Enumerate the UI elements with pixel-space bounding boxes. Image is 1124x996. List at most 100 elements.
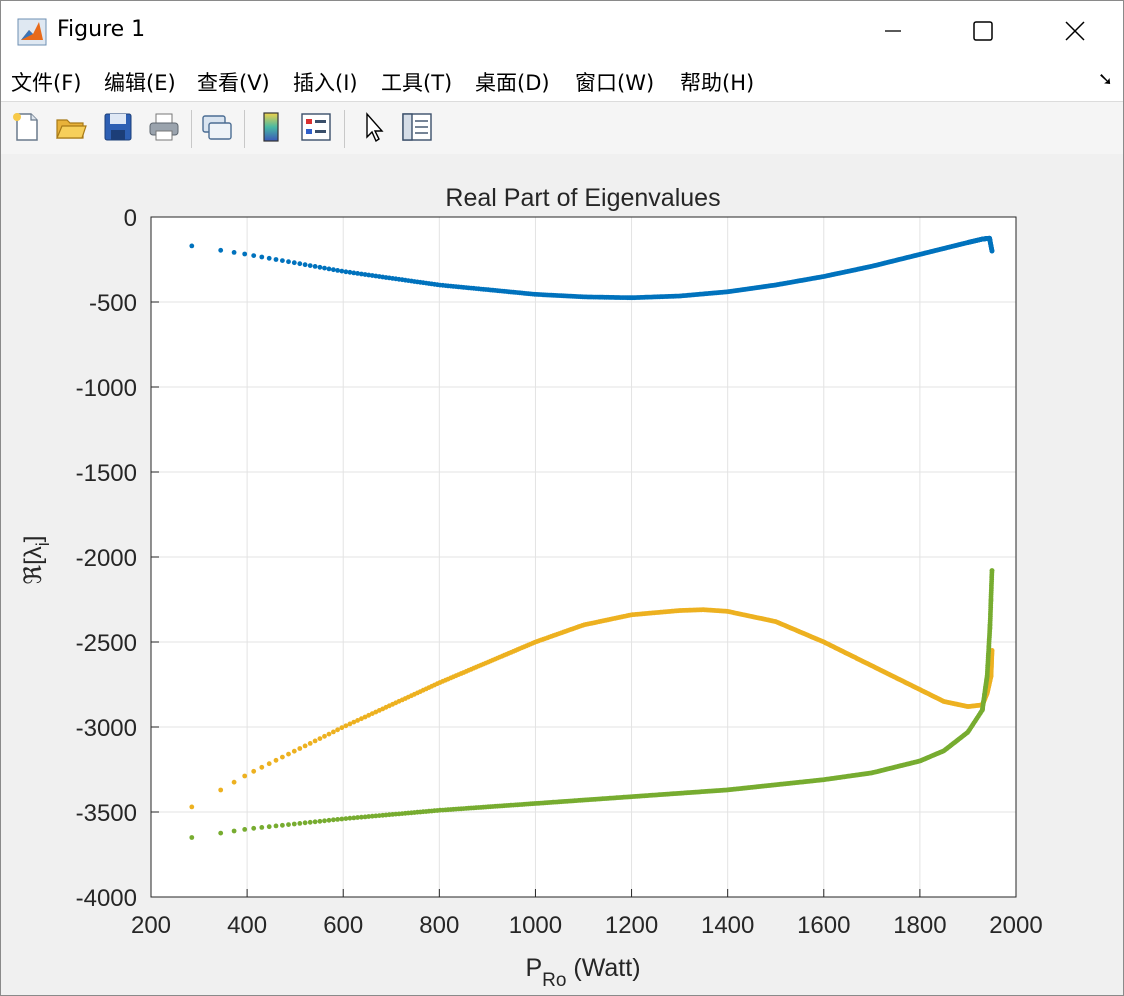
menu-insert[interactable]: 插入(I) (293, 67, 358, 97)
series-3-point (291, 821, 297, 827)
x-tick-label: 1400 (701, 912, 754, 939)
series-1-point (331, 267, 336, 273)
series-2-point (251, 768, 257, 774)
series-2-point (231, 779, 237, 785)
series-3-point (259, 825, 265, 830)
series-3-point (231, 828, 237, 834)
series-3-point (218, 830, 224, 836)
toolbar-separator (344, 110, 345, 148)
menu-help[interactable]: 帮助(H) (680, 67, 754, 97)
series-3-point (331, 817, 336, 823)
series-3-point (307, 819, 313, 825)
series-2-point (189, 804, 195, 810)
series-1-point (189, 243, 195, 249)
series-2-point (242, 773, 248, 779)
save-icon[interactable] (101, 110, 135, 144)
y-tick-label: -500 (89, 290, 137, 317)
series-1-point (989, 248, 995, 254)
series-3-point (266, 824, 272, 830)
colorbar-icon[interactable] (255, 110, 289, 144)
y-tick-label: 0 (124, 205, 137, 232)
property-inspector-icon[interactable] (400, 110, 434, 144)
toolbar-separator (244, 110, 245, 148)
menu-tools[interactable]: 工具(T) (381, 67, 452, 97)
series-2-point (326, 731, 332, 737)
menu-edit[interactable]: 编辑(E) (104, 67, 176, 97)
series-2-point (312, 738, 318, 744)
menu-view[interactable]: 查看(V) (197, 67, 270, 97)
x-tick-label: 2000 (989, 912, 1042, 939)
menu-bar: 文件(F) 编辑(E) 查看(V) 插入(I) 工具(T) 桌面(D) 窗口(W… (1, 61, 1123, 101)
series-2-point (273, 757, 279, 763)
series-3-point (335, 817, 340, 822)
y-axis-label-close: ] (20, 536, 47, 543)
series-1-point (280, 258, 285, 263)
series-2-point (307, 741, 313, 746)
x-tick-label: 800 (419, 912, 459, 939)
series-3-point (273, 823, 279, 829)
series-1-point (218, 247, 224, 253)
series-2-point (339, 725, 345, 731)
y-tick-label: -3500 (76, 800, 137, 827)
figure-canvas: 200 400 600 800 1000 1200 1400 1600 1800 2000 0 -50… (1, 154, 1123, 995)
series-1-point (266, 255, 272, 261)
series-3-point (326, 817, 332, 823)
x-axis-label-unit: (Watt) (566, 954, 640, 982)
dock-arrow-icon[interactable]: ➘ (1098, 69, 1113, 90)
y-tick-label: -3000 (76, 715, 137, 742)
maximize-icon (973, 21, 993, 41)
series-1-point (297, 261, 303, 267)
window-title: Figure 1 (57, 17, 146, 42)
toolbar-separator (191, 110, 192, 148)
x-axis-label: PRo (Watt) (525, 954, 640, 991)
series-1-point (302, 262, 308, 268)
series-2-point (335, 727, 340, 733)
series-1-point (322, 265, 327, 271)
series-2-point (331, 729, 336, 735)
matlab-logo-icon (17, 18, 47, 46)
x-tick-label: 600 (323, 912, 363, 939)
series-2-point (291, 748, 297, 754)
legend-icon[interactable] (299, 110, 333, 144)
minimize-icon (885, 30, 901, 32)
series-1-point (286, 259, 291, 265)
series-3-point (242, 827, 248, 832)
edit-plot-icon[interactable] (357, 110, 391, 144)
series-1-point (307, 263, 313, 268)
menu-window[interactable]: 窗口(W) (575, 67, 654, 97)
y-tick-label: -2000 (76, 545, 137, 572)
link-icon[interactable] (200, 110, 234, 144)
series-2-point (266, 761, 272, 767)
series-1-point (335, 268, 340, 273)
close-button[interactable] (1029, 1, 1121, 61)
series-2-point (280, 754, 285, 760)
figure-window: Figure 1 文件(F) 编辑(E) 查看(V) 插入(I) 工具(T) 桌… (0, 0, 1124, 996)
maximize-button[interactable] (937, 1, 1029, 61)
x-tick-label: 400 (227, 912, 267, 939)
series-2-point (302, 743, 308, 749)
x-tick-label: 1200 (605, 912, 658, 939)
y-tick-label: -4000 (76, 885, 137, 912)
open-file-icon[interactable] (54, 110, 88, 144)
series-3-point (989, 568, 995, 573)
series-2-point (259, 764, 265, 770)
series-1-point (326, 266, 332, 272)
series-3-point (280, 822, 285, 828)
series-1-point (339, 268, 345, 274)
menu-file[interactable]: 文件(F) (11, 67, 81, 97)
y-tick-label: -1000 (76, 375, 137, 402)
eigenvalue-chart[interactable]: 200 400 600 800 1000 1200 1400 1600 1800 2000 0 -50… (1, 154, 1123, 995)
series-3-point (189, 835, 195, 840)
menu-desktop[interactable]: 桌面(D) (475, 67, 550, 97)
y-tick-label: -2500 (76, 630, 137, 657)
series-3-point (339, 816, 345, 822)
minimize-button[interactable] (847, 1, 939, 61)
new-figure-icon[interactable] (9, 110, 43, 144)
print-icon[interactable] (147, 110, 181, 144)
x-tick-label: 200 (131, 912, 171, 939)
series-1-point (259, 254, 265, 260)
y-tick-label: -1500 (76, 460, 137, 487)
series-2-point (286, 751, 291, 757)
series-3-point (317, 818, 323, 824)
series-2-point (317, 736, 323, 741)
